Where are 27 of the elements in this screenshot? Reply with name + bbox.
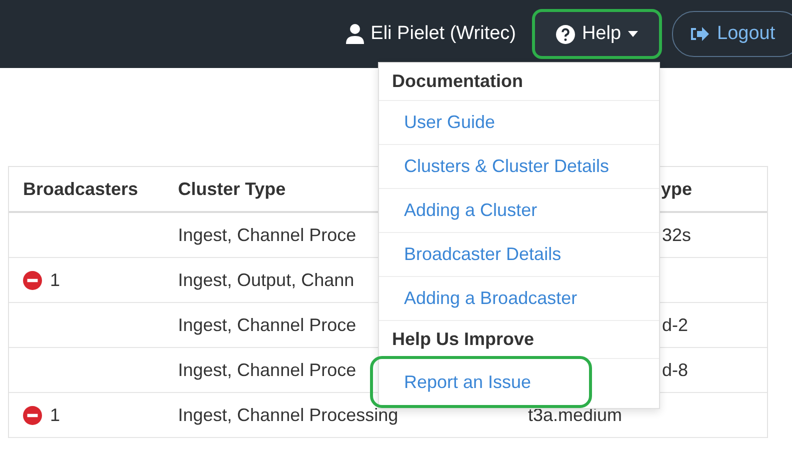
menu-item[interactable]: Broadcaster Details [379, 233, 659, 277]
table-cell: Ingest, Channel Proce [178, 314, 356, 336]
help-button[interactable]: Help [532, 9, 662, 59]
logout-icon [689, 26, 709, 42]
table-cell: 32s [662, 224, 692, 246]
menu-item[interactable]: Adding a Cluster [379, 189, 659, 233]
table-cell: Ingest, Channel Proce [178, 360, 356, 380]
table-cell: d-8 [662, 360, 688, 380]
logout-button[interactable]: Logout [672, 11, 792, 57]
column-header: ype [660, 178, 694, 200]
broadcaster-count: 1 [50, 404, 60, 426]
user-name: Eli Pielet (Writec) [370, 23, 516, 45]
menu-section-header: Help Us Improve [379, 321, 659, 359]
table-cell: d-2 [662, 314, 688, 336]
menu-item[interactable]: Report an Issue [370, 356, 592, 408]
broadcaster-count: 1 [50, 270, 60, 290]
menu-item[interactable]: Clusters & Cluster Details [379, 145, 659, 189]
table-cell: Ingest, Channel Proce [178, 224, 356, 246]
question-icon [556, 24, 575, 44]
user-icon [346, 24, 364, 44]
menu-item[interactable]: Adding a Broadcaster [379, 277, 659, 321]
table-cell: Ingest, Output, Chann [178, 270, 354, 290]
column-header: Broadcasters [22, 178, 140, 200]
caret-icon [628, 31, 638, 37]
column-header: Cluster Type [177, 178, 287, 200]
menu-item[interactable]: User Guide [379, 101, 659, 145]
menu-section-header: Documentation [379, 63, 659, 101]
